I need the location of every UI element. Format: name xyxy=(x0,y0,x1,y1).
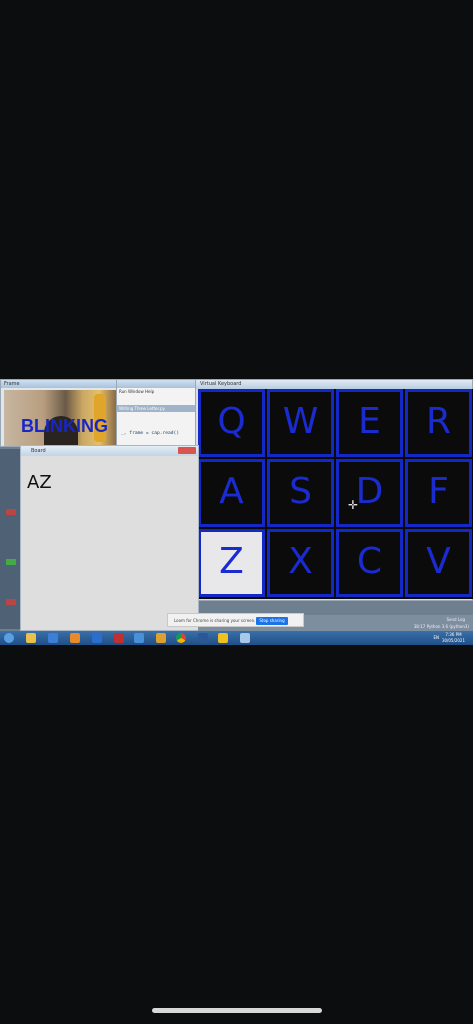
strip-marker xyxy=(6,599,16,605)
status-python-info: 38:17 Python 3.6 (python3) xyxy=(413,624,469,629)
key-q[interactable]: Q xyxy=(198,389,265,457)
code-editor-window[interactable]: Run Window Help Writing Three Letter.py … xyxy=(116,379,196,508)
folder-icon[interactable] xyxy=(26,633,36,643)
screen-recording-region: Frame BLINKING Run Window Help Writing T… xyxy=(0,379,473,645)
app-icon[interactable] xyxy=(156,633,166,643)
key-e[interactable]: E xyxy=(336,389,403,457)
key-c[interactable]: C xyxy=(336,529,403,597)
app-icon[interactable] xyxy=(240,633,250,643)
key-f[interactable]: F xyxy=(405,459,472,527)
word-icon[interactable] xyxy=(198,633,208,643)
webcam-window-title: Frame xyxy=(1,380,117,388)
key-x[interactable]: X xyxy=(267,529,334,597)
screen-share-notice: Loom for Chrome is sharing your screen. … xyxy=(167,613,304,627)
windows-taskbar: EN 7:36 PM 30/05/2021 xyxy=(0,631,473,645)
key-w[interactable]: W xyxy=(267,389,334,457)
code-window-tab[interactable]: Writing Three Letter.py xyxy=(117,405,195,412)
board-window-title-text: Board xyxy=(31,448,46,454)
strip-marker xyxy=(6,559,16,565)
code-window-titlebar xyxy=(117,380,195,388)
app-icon[interactable] xyxy=(134,633,144,643)
stop-sharing-button[interactable]: Stop sharing xyxy=(256,617,288,625)
key-r[interactable]: R xyxy=(405,389,472,457)
window-controls[interactable] xyxy=(178,447,196,454)
keyboard-window-title: Virtual Keyboard xyxy=(196,380,472,389)
key-d[interactable]: D xyxy=(336,459,403,527)
code-window-menu[interactable]: Run Window Help xyxy=(117,388,195,395)
status-send-log[interactable]: Send Log xyxy=(447,617,466,622)
key-z-active[interactable]: Z xyxy=(198,529,265,597)
app-icon[interactable] xyxy=(114,633,124,643)
code-line: _, frame = cap.read() xyxy=(121,431,180,436)
board-window-title: Board xyxy=(21,446,198,456)
app-icon[interactable] xyxy=(218,633,228,643)
taskbar-clock[interactable]: 7:36 PM 30/05/2021 xyxy=(442,632,465,644)
typed-text: AZ xyxy=(27,472,52,493)
share-message: Loom for Chrome is sharing your screen. xyxy=(174,618,256,623)
clock-date: 30/05/2021 xyxy=(441,638,465,643)
chrome-icon[interactable] xyxy=(176,633,186,643)
mouse-cursor-icon: ✛ xyxy=(348,498,359,512)
app-icon[interactable] xyxy=(70,633,80,643)
webcam-frame-window[interactable]: Frame BLINKING xyxy=(0,379,118,447)
bluetooth-icon[interactable] xyxy=(48,633,58,643)
board-window[interactable]: Board AZ xyxy=(20,445,199,631)
background-window-strip xyxy=(0,449,20,629)
blinking-overlay-text: BLINKING xyxy=(21,416,108,436)
key-a[interactable]: A xyxy=(198,459,265,527)
home-indicator[interactable] xyxy=(152,1008,322,1013)
virtual-keyboard-window[interactable]: Virtual Keyboard Q W E R A S D F Z X C V… xyxy=(195,379,473,601)
strip-marker xyxy=(6,509,16,515)
keyboard-grid: Q W E R A S D F Z X C V ✛ xyxy=(198,389,473,599)
app-icon[interactable] xyxy=(92,633,102,643)
key-v[interactable]: V xyxy=(405,529,472,597)
tray-language[interactable]: EN xyxy=(433,635,439,640)
start-button-icon[interactable] xyxy=(4,633,14,643)
key-s[interactable]: S xyxy=(267,459,334,527)
